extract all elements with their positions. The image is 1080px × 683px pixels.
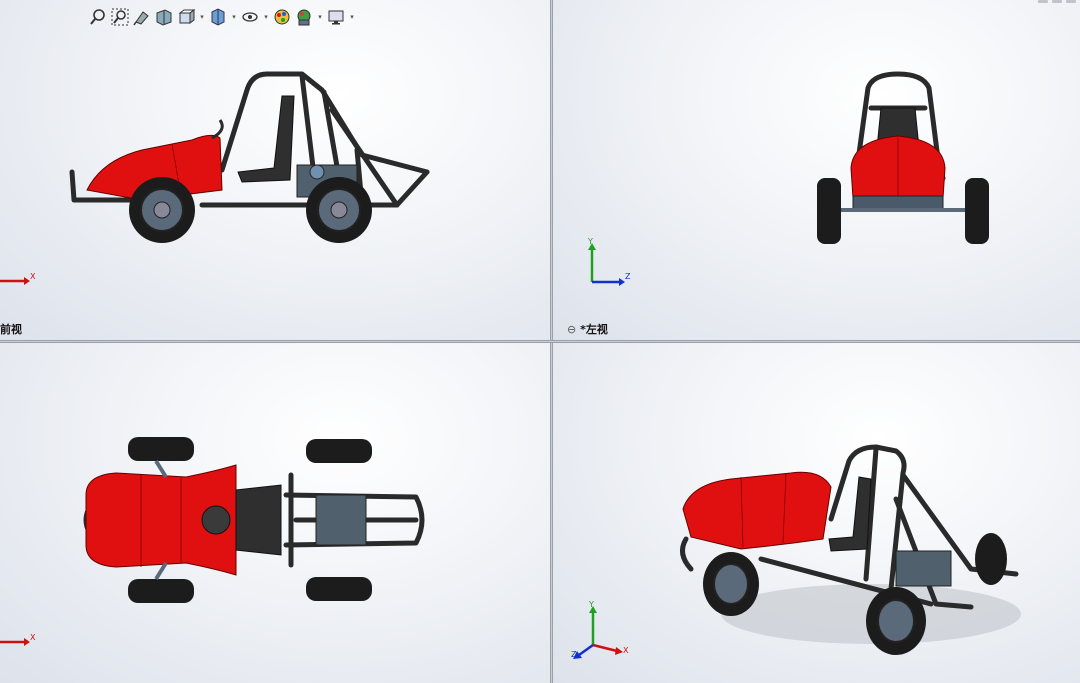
svg-text:Y: Y bbox=[587, 238, 593, 246]
viewport-top[interactable]: X bbox=[0, 343, 550, 683]
view-orientation-dropdown-icon[interactable]: ▾ bbox=[198, 13, 206, 21]
zoom-to-area-icon[interactable] bbox=[110, 7, 130, 27]
axis-triad: Y X Z bbox=[571, 601, 629, 659]
previous-view-icon[interactable] bbox=[132, 7, 152, 27]
viewport-label: *左视 bbox=[580, 323, 608, 336]
apply-scene-icon[interactable] bbox=[294, 7, 314, 27]
svg-text:X: X bbox=[30, 272, 36, 281]
front-wheel bbox=[129, 177, 195, 243]
rear-left-wheel bbox=[866, 587, 926, 655]
zoom-to-fit-icon[interactable] bbox=[88, 7, 108, 27]
link-icon[interactable]: ⊖ bbox=[567, 323, 576, 336]
svg-text:Y: Y bbox=[588, 601, 594, 609]
viewport-label: 前视 bbox=[0, 323, 22, 336]
svg-text:X: X bbox=[30, 633, 36, 642]
section-view-icon[interactable] bbox=[154, 7, 174, 27]
viewport-label-row: ⊖ *左视 bbox=[567, 321, 608, 337]
rear-right-wheel bbox=[975, 533, 1007, 585]
svg-text:Z: Z bbox=[625, 272, 631, 281]
view-orientation-icon[interactable] bbox=[176, 7, 196, 27]
buggy-model-front-view[interactable] bbox=[62, 60, 442, 250]
axis-triad: X bbox=[0, 272, 36, 285]
svg-text:Z: Z bbox=[571, 650, 577, 659]
viewport-window-controls[interactable] bbox=[1038, 0, 1076, 3]
viewport-front[interactable]: ▾ ▾ ▾ ▾ ▾ X 前视 bbox=[0, 0, 550, 340]
axis-triad: Y Z bbox=[587, 238, 631, 286]
display-style-icon[interactable] bbox=[208, 7, 228, 27]
rear-wheel bbox=[306, 177, 372, 243]
axis-triad: X bbox=[0, 633, 36, 646]
hide-show-items-icon[interactable] bbox=[240, 7, 260, 27]
hide-show-dropdown-icon[interactable]: ▾ bbox=[262, 13, 270, 21]
apply-scene-dropdown-icon[interactable]: ▾ bbox=[316, 13, 324, 21]
viewport-isometric[interactable]: Y X Z bbox=[553, 343, 1080, 683]
viewport-horizontal-splitter[interactable] bbox=[0, 340, 1080, 343]
buggy-model-left-view[interactable] bbox=[813, 68, 993, 248]
view-settings-icon[interactable] bbox=[326, 7, 346, 27]
view-settings-dropdown-icon[interactable]: ▾ bbox=[348, 13, 356, 21]
heads-up-view-toolbar: ▾ ▾ ▾ ▾ ▾ bbox=[88, 6, 356, 28]
buggy-model-isometric-view[interactable] bbox=[671, 439, 1031, 669]
svg-text:X: X bbox=[623, 646, 629, 655]
display-style-dropdown-icon[interactable]: ▾ bbox=[230, 13, 238, 21]
edit-appearance-icon[interactable] bbox=[272, 7, 292, 27]
buggy-model-top-view[interactable] bbox=[66, 435, 436, 605]
front-left-wheel bbox=[703, 552, 759, 616]
viewport-left[interactable]: Y Z ⊖ *左视 bbox=[553, 0, 1080, 340]
